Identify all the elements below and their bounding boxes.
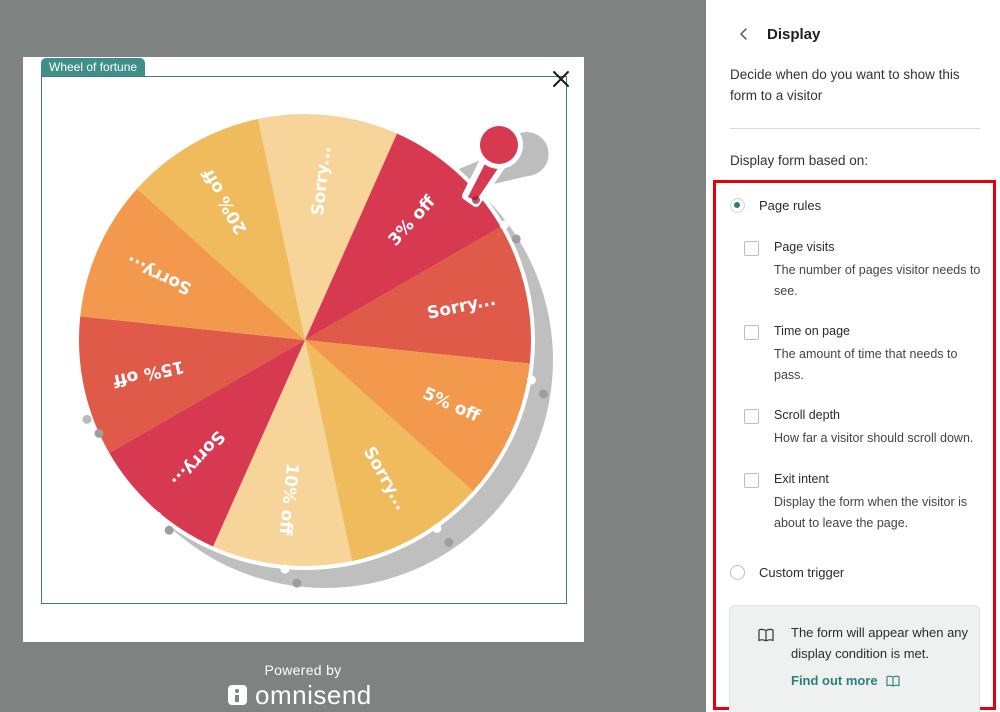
pointer-head — [480, 126, 518, 164]
rule-title: Time on page — [774, 324, 850, 338]
powered-by-label: Powered by — [264, 662, 342, 678]
rule-description: The number of pages visitor needs to see… — [774, 263, 981, 298]
radio-custom-trigger[interactable]: Custom trigger — [730, 565, 844, 580]
checkbox-page-visits[interactable] — [744, 241, 759, 256]
radio-label-page-rules: Page rules — [759, 198, 822, 213]
checkbox-scroll-depth[interactable] — [744, 409, 759, 424]
brand-logo: omnisend — [228, 681, 372, 709]
find-out-more-link[interactable]: Find out more — [791, 673, 900, 688]
radio-page-rules[interactable]: Page rules — [730, 198, 821, 213]
rule-title: Exit intent — [774, 472, 829, 486]
form-tag[interactable]: Wheel of fortune — [41, 58, 146, 76]
radio-button-selected[interactable] — [730, 198, 745, 213]
close-icon[interactable] — [550, 68, 572, 90]
omnisend-logo-icon — [228, 685, 247, 705]
rule-description: Display the form when the visitor is abo… — [774, 495, 968, 530]
book-icon — [758, 628, 774, 642]
back-chevron-icon[interactable] — [734, 24, 754, 44]
brand-name: omnisend — [255, 680, 372, 710]
book-icon — [886, 675, 900, 687]
form-preview: Wheel of fortune 3% off Sorry... 5% off Sor… — [0, 0, 706, 712]
divider — [730, 128, 980, 129]
checkbox-time-on-page[interactable] — [744, 325, 759, 340]
find-out-more-label: Find out more — [791, 673, 878, 688]
pointer-pin — [472, 196, 480, 204]
info-box: The form will appear when any display co… — [729, 605, 980, 712]
info-text: The form will appear when any display co… — [791, 625, 969, 661]
radio-label-custom-trigger: Custom trigger — [759, 565, 845, 580]
display-settings-panel: Display Decide when do you want to show … — [706, 0, 1000, 712]
display-based-on-label: Display form based on: — [730, 153, 869, 168]
panel-description: Decide when do you want to show this for… — [730, 67, 960, 103]
checkbox-exit-intent[interactable] — [744, 473, 759, 488]
panel-title: Display — [767, 26, 821, 43]
rule-title: Scroll depth — [774, 408, 841, 422]
rule-title: Page visits — [774, 240, 835, 254]
rule-description: The amount of time that needs to pass. — [774, 347, 958, 382]
rule-description: How far a visitor should scroll down. — [774, 431, 974, 445]
radio-button[interactable] — [730, 565, 745, 580]
